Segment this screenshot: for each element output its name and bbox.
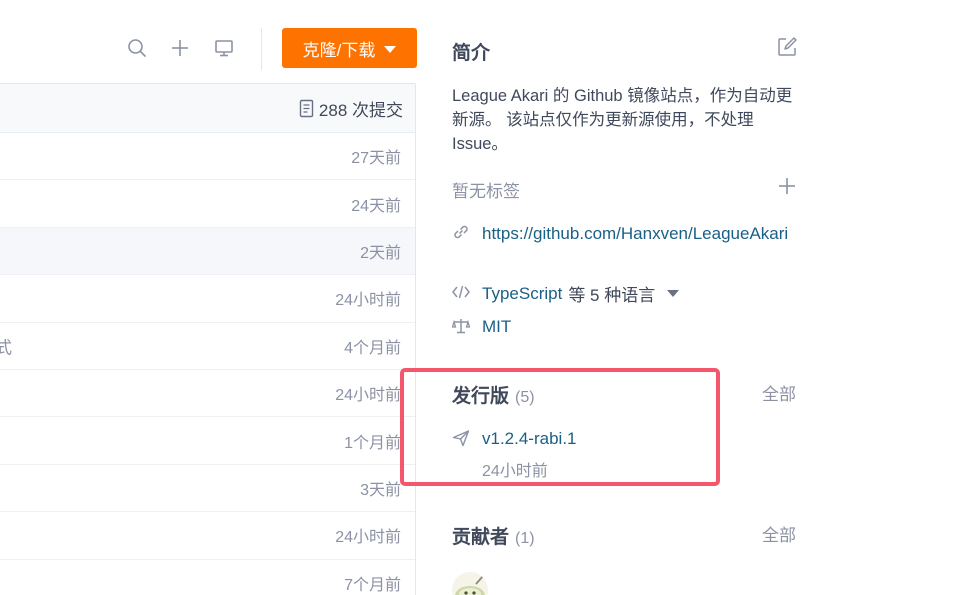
scale-icon: [451, 317, 471, 340]
commit-time: 24天前: [351, 197, 401, 215]
commit-row[interactable]: 7个月前: [0, 560, 415, 595]
intro-title: 简介: [452, 43, 491, 64]
commit-time: 2天前: [360, 244, 401, 262]
chevron-down-icon: [667, 290, 680, 297]
commit-time: 24小时前: [335, 292, 401, 310]
commit-row[interactable]: 24小时前: [0, 512, 415, 560]
clone-button-label: 克隆/下载: [302, 40, 376, 60]
contributors-title[interactable]: 贡献者 (1): [452, 522, 535, 549]
commit-time: 24小时前: [335, 387, 401, 405]
contributors-all-link[interactable]: 全部: [762, 521, 796, 546]
link-icon: [452, 223, 470, 246]
commit-list-panel: 288 次提交 27天前24天前2天前24小时前式4个月前24小时前1个月前3天…: [0, 83, 416, 595]
repo-url-link[interactable]: https://github.com/Hanxven/LeagueAkari: [482, 221, 802, 247]
commit-row[interactable]: 24小时前: [0, 275, 415, 323]
contributors-count: (1): [515, 530, 535, 547]
commit-log-icon: [299, 99, 314, 117]
commit-row[interactable]: 24小时前: [0, 370, 415, 418]
chevron-down-icon: [384, 45, 397, 53]
commit-row[interactable]: 1个月前: [0, 417, 415, 465]
commit-time: 1个月前: [344, 434, 401, 452]
repo-page: 克隆/下载 288 次提交 27天前24天前2天前24小时前式4个月前24小时前…: [0, 0, 976, 595]
add-tag-icon[interactable]: [777, 176, 797, 201]
toolbar-divider: [261, 28, 262, 70]
commit-rows: 27天前24天前2天前24小时前式4个月前24小时前1个月前3天前24小时前7个…: [0, 133, 415, 595]
commit-count: 288 次提交: [318, 100, 403, 120]
search-icon[interactable]: [125, 36, 149, 60]
releases-all-link[interactable]: 全部: [762, 380, 796, 405]
monitor-icon[interactable]: [212, 36, 236, 60]
edit-icon[interactable]: [777, 37, 797, 62]
commit-row[interactable]: 27天前: [0, 133, 415, 181]
commit-time: 24小时前: [335, 529, 401, 547]
releases-highlight-box: [400, 368, 720, 486]
clone-download-button[interactable]: 克隆/下载: [282, 28, 417, 68]
commit-row[interactable]: 3天前: [0, 465, 415, 513]
commit-time: 3天前: [360, 481, 401, 499]
commit-row[interactable]: 2天前: [0, 227, 415, 276]
commit-count-link[interactable]: 288 次提交: [0, 84, 415, 133]
language-dropdown[interactable]: TypeScript 等 5 种语言: [482, 281, 680, 306]
plus-icon[interactable]: [168, 36, 192, 60]
commit-time: 7个月前: [344, 576, 401, 594]
no-tags-label: 暂无标签: [452, 182, 520, 201]
language-main: TypeScript: [482, 283, 563, 303]
language-rest: 等 5 种语言: [568, 286, 656, 305]
contributor-avatar[interactable]: [452, 572, 488, 595]
license-link[interactable]: MIT: [482, 314, 511, 340]
commit-row[interactable]: 式 4个月前: [0, 323, 415, 370]
commit-message: 式: [0, 333, 12, 358]
commit-row[interactable]: 24天前: [0, 180, 415, 228]
commit-time: 4个月前: [344, 339, 401, 357]
contributors-title-label: 贡献者: [452, 527, 510, 548]
commit-time: 27天前: [351, 150, 401, 168]
code-icon: [452, 284, 470, 305]
repo-description: League Akari 的 Github 镜像站点，作为自动更新源。 该站点仅…: [452, 87, 793, 153]
